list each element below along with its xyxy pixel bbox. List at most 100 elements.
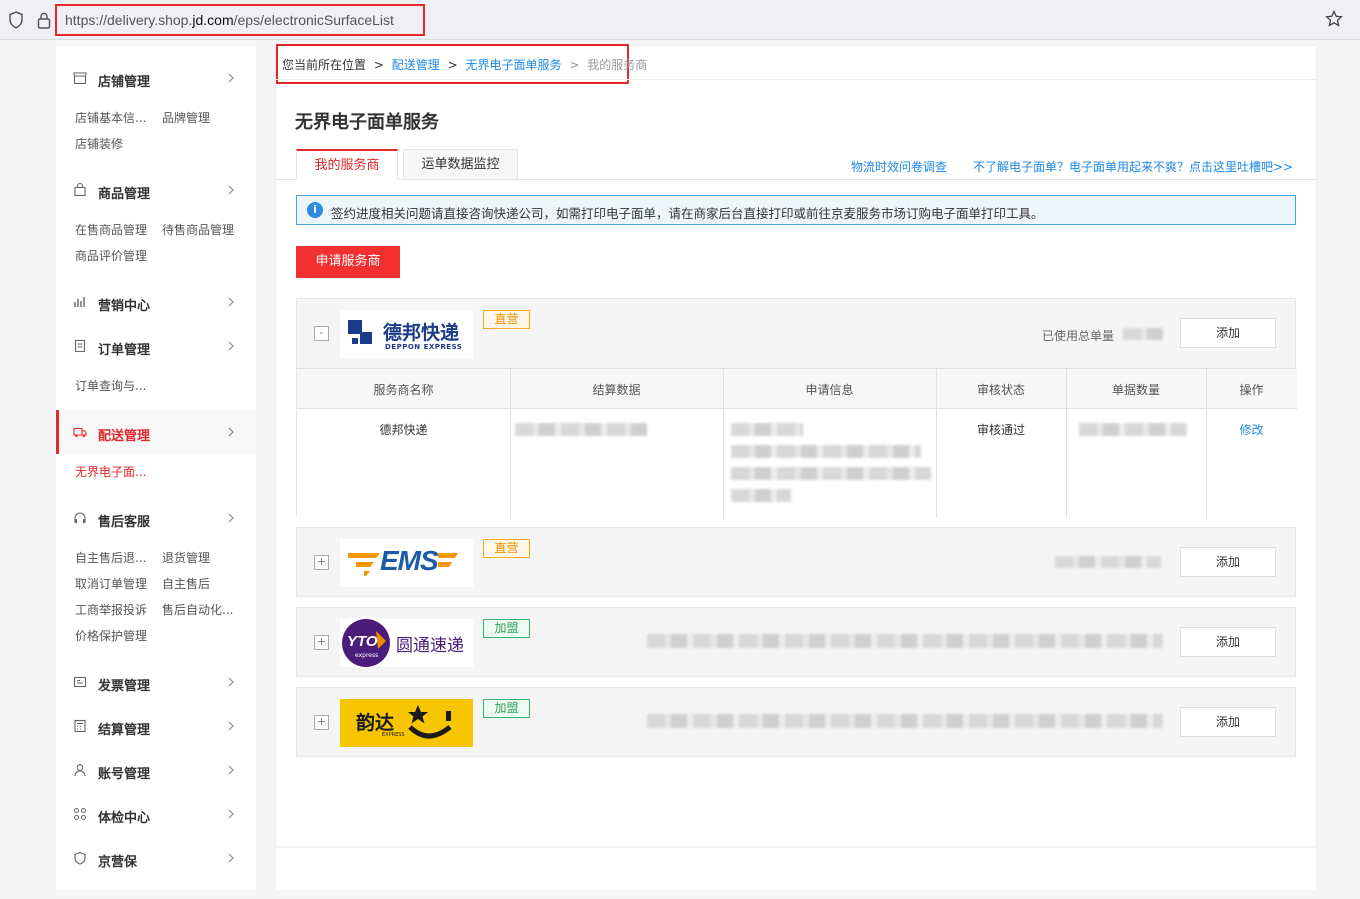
collapse-toggle[interactable]: - <box>314 326 329 341</box>
blurred-value <box>1123 328 1163 340</box>
bag-icon <box>74 183 86 197</box>
sidebar-group-title: 发票管理 <box>98 679 151 694</box>
blurred-application-info <box>731 489 791 502</box>
sidebar-group-aftersales-header[interactable]: 售后客服 <box>56 506 256 532</box>
sidebar-item-electronic-waybill[interactable]: 无界电子面... <box>75 463 146 480</box>
sidebar-group-invoice-header[interactable]: 发票管理 <box>56 670 256 696</box>
chevron-right-icon <box>228 297 234 307</box>
badge-direct: 直营 <box>483 310 530 329</box>
add-button[interactable]: 添加 <box>1180 707 1276 737</box>
apply-provider-button[interactable]: 申请服务商 <box>296 246 400 278</box>
sidebar-group-invoice: 发票管理 <box>56 670 256 696</box>
tab-my-providers[interactable]: 我的服务商 <box>296 149 398 180</box>
sidebar-group-account-header[interactable]: 账号管理 <box>56 758 256 784</box>
sidebar: 店铺管理 店铺基本信... 品牌管理 店铺装修 商品管理 在售商品管理 待售商品… <box>56 46 256 890</box>
chevron-right-icon <box>228 185 234 195</box>
carrier-card-yunda: + 韵达 EXPRESS 加盟 添加 <box>296 687 1296 757</box>
sidebar-group-marketing-header[interactable]: 营销中心 <box>56 290 256 316</box>
chevron-right-icon <box>228 513 234 523</box>
add-button[interactable]: 添加 <box>1180 627 1276 657</box>
sidebar-group-title: 结算管理 <box>98 723 151 738</box>
sidebar-item-store-decor[interactable]: 店铺装修 <box>75 135 123 152</box>
sidebar-group-jyb-header[interactable]: 京营保 <box>56 846 256 872</box>
chevron-right-icon <box>228 809 234 819</box>
blurred-application-info <box>731 445 921 458</box>
sidebar-group-title: 账号管理 <box>98 767 151 782</box>
sidebar-group-title: 售后客服 <box>98 515 151 530</box>
sidebar-group-settlement: 结算管理 <box>56 714 256 740</box>
sidebar-item-order-query[interactable]: 订单查询与... <box>75 377 146 394</box>
sidebar-item-aftersale-auto[interactable]: 售后自动化... <box>162 601 233 618</box>
notice-text: 签约进度相关问题请直接咨询快递公司，如需打印电子面单，请在商家后台直接打印或前往… <box>331 206 1044 221</box>
sidebar-group-products-header[interactable]: 商品管理 <box>56 178 256 204</box>
notice-banner: i 签约进度相关问题请直接咨询快递公司，如需打印电子面单，请在商家后台直接打印或… <box>296 195 1296 225</box>
sidebar-group-health: 体检中心 <box>56 802 256 828</box>
sidebar-item-complaints[interactable]: 工商举报投诉 <box>75 601 147 618</box>
blurred-value <box>647 634 1163 648</box>
lock-icon[interactable] <box>36 11 52 29</box>
column-header-settlement: 结算数据 <box>592 383 641 397</box>
deppon-logo-subtext: DEPPON EXPRESS <box>385 343 463 351</box>
sidebar-item-return-mgmt[interactable]: 退货管理 <box>162 549 210 566</box>
sidebar-item-on-sale[interactable]: 在售商品管理 <box>75 221 147 238</box>
grid-icon <box>74 808 86 820</box>
blurred-document-count <box>1079 423 1187 436</box>
yunda-logo: 韵达 EXPRESS <box>340 699 473 747</box>
sidebar-item-pending-sale[interactable]: 待售商品管理 <box>162 221 234 238</box>
sidebar-group-health-header[interactable]: 体检中心 <box>56 802 256 828</box>
blurred-application-info <box>731 423 803 436</box>
ems-logo-text: EMS <box>380 545 439 576</box>
sidebar-item-store-info[interactable]: 店铺基本信... <box>75 109 146 126</box>
breadcrumb-link-delivery[interactable]: 配送管理 <box>392 58 440 72</box>
sidebar-item-cancel-order[interactable]: 取消订单管理 <box>75 575 147 592</box>
cell-provider-name: 德邦快递 <box>379 423 428 437</box>
deppon-logo-text: 德邦快递 <box>383 322 460 344</box>
breadcrumb-separator: > <box>373 58 384 72</box>
add-button[interactable]: 添加 <box>1180 318 1276 348</box>
sidebar-group-jyb: 京营保 <box>56 846 256 872</box>
badge-franchise: 加盟 <box>483 619 530 638</box>
sidebar-item-self-aftersale[interactable]: 自主售后 <box>162 575 210 592</box>
sidebar-group-orders: 订单管理 订单查询与... <box>56 334 256 393</box>
sidebar-item-brand[interactable]: 品牌管理 <box>162 109 210 126</box>
bookmark-star-icon[interactable] <box>1325 10 1343 28</box>
chevron-right-icon <box>228 765 234 775</box>
sidebar-group-settlement-header[interactable]: 结算管理 <box>56 714 256 740</box>
add-button[interactable]: 添加 <box>1180 547 1276 577</box>
shield-icon[interactable] <box>8 11 24 29</box>
expand-toggle[interactable]: + <box>314 635 329 650</box>
tab-waybill-monitor[interactable]: 运单数据监控 <box>403 149 518 180</box>
carrier-card-deppon: - 德邦快递 DEPPON EXPRESS 直营 已使用总单量 添加 服务商名称… <box>296 298 1297 518</box>
carrier-card-yto: + YTO express 圆通速递 加盟 添加 <box>296 607 1296 677</box>
sidebar-item-reviews[interactable]: 商品评价管理 <box>75 247 147 264</box>
chevron-right-icon <box>228 427 234 437</box>
column-header-count: 单据数量 <box>1111 383 1160 397</box>
sidebar-item-self-return[interactable]: 自主售后退... <box>75 549 146 566</box>
breadcrumb-current: 我的服务商 <box>587 58 648 72</box>
survey-link[interactable]: 物流时效问卷调查 <box>851 158 947 175</box>
breadcrumb-link-waybill[interactable]: 无界电子面单服务 <box>465 58 561 72</box>
chevron-right-icon <box>228 853 234 863</box>
divider <box>276 79 1316 80</box>
sidebar-group-account: 账号管理 <box>56 758 256 784</box>
sidebar-item-price-protect[interactable]: 价格保护管理 <box>75 627 147 644</box>
sidebar-group-store-header[interactable]: 店铺管理 <box>56 66 256 92</box>
edit-link[interactable]: 修改 <box>1206 421 1297 438</box>
feedback-link[interactable]: 不了解电子面单？电子面单用起来不爽？点击这里吐槽吧>> <box>973 158 1293 175</box>
sidebar-group-delivery-header[interactable]: 配送管理 <box>56 420 256 446</box>
sidebar-group-title: 营销中心 <box>98 299 151 314</box>
ems-logo: EMS <box>340 539 473 587</box>
address-bar[interactable]: https://delivery.shop.jd.com/eps/electro… <box>55 4 425 36</box>
sidebar-group-products: 商品管理 在售商品管理 待售商品管理 商品评价管理 <box>56 178 256 263</box>
chevron-right-icon <box>228 677 234 687</box>
sidebar-group-title: 商品管理 <box>98 187 151 202</box>
blurred-value <box>647 714 1163 728</box>
invoice-icon <box>73 676 87 688</box>
yto-logo-subtext: express <box>355 652 379 659</box>
sidebar-group-orders-header[interactable]: 订单管理 <box>56 334 256 360</box>
expand-toggle[interactable]: + <box>314 715 329 730</box>
badge-franchise: 加盟 <box>483 699 530 718</box>
expand-toggle[interactable]: + <box>314 555 329 570</box>
provider-table: 服务商名称 结算数据 申请信息 审核状态 单据数量 操作 德邦快递 审核通过 修… <box>297 368 1297 518</box>
deppon-logo: 德邦快递 DEPPON EXPRESS <box>340 310 473 358</box>
